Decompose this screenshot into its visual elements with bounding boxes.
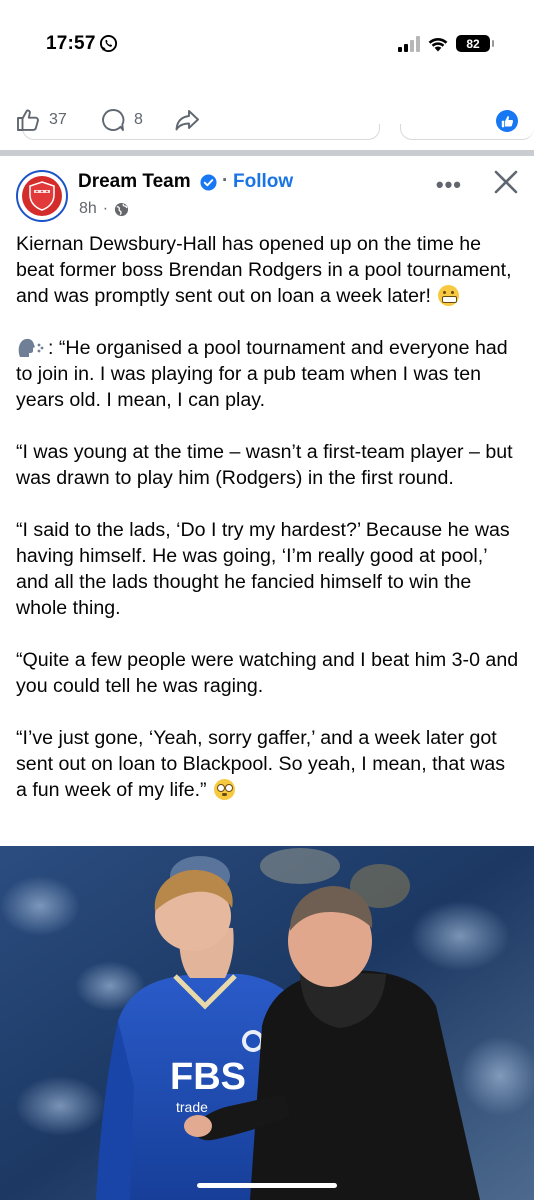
status-indicators: 82 <box>398 35 494 52</box>
meta-separator: · <box>102 200 109 217</box>
share-button[interactable] <box>174 107 200 133</box>
feed-separator <box>0 150 534 156</box>
more-icon[interactable]: ••• <box>436 172 462 198</box>
speaking-head-icon <box>18 338 44 357</box>
globe-icon <box>115 202 129 216</box>
post-paragraph: “Quite a few people were watching and I … <box>16 647 521 699</box>
previous-post-actions: 37 8 <box>0 104 534 138</box>
verified-icon <box>200 174 217 191</box>
photo-illustration: FBS trade <box>0 846 534 1200</box>
grimacing-face-icon <box>438 285 460 306</box>
home-indicator <box>197 1183 337 1188</box>
post-paragraph: : “He organised a pool tournament and ev… <box>16 335 521 413</box>
whatsapp-icon <box>99 34 118 53</box>
follow-button[interactable]: Follow <box>233 171 293 193</box>
like-icon <box>17 109 39 131</box>
speaker-suffix: : <box>48 337 54 359</box>
comment-button[interactable]: 8 <box>100 107 143 133</box>
post-paragraph-text: “I was young at the time – wasn’t a firs… <box>16 441 513 489</box>
wifi-icon <box>428 37 448 51</box>
battery-icon: 82 <box>456 35 494 52</box>
battery-level: 82 <box>466 36 480 51</box>
like-button[interactable]: 37 <box>15 107 67 133</box>
header-separator: · <box>222 170 229 191</box>
shirt-sponsor: FBS <box>170 1056 246 1098</box>
post-paragraph: “I said to the lads, ‘Do I try my hardes… <box>16 517 521 621</box>
shirt-sponsor-sub: trade <box>176 1099 208 1115</box>
shield-logo-glyph <box>29 181 55 211</box>
post-paragraph: Kiernan Dewsbury-Hall has opened up on t… <box>16 231 521 309</box>
flushed-face-icon <box>214 779 236 800</box>
post-paragraph-text: “Quite a few people were watching and I … <box>16 649 519 697</box>
post-body: Kiernan Dewsbury-Hall has opened up on t… <box>16 231 521 803</box>
post-paragraph-text: “He organised a pool tournament and ever… <box>16 337 508 411</box>
like-reaction-icon[interactable] <box>496 110 518 132</box>
like-count: 37 <box>49 111 67 128</box>
post-photo[interactable]: FBS trade <box>0 846 534 1200</box>
close-icon[interactable] <box>492 168 520 196</box>
comment-icon <box>102 109 125 131</box>
page-name[interactable]: Dream Team <box>78 171 191 193</box>
signal-icon <box>398 35 420 52</box>
share-icon <box>175 110 199 131</box>
post-paragraph: “I was young at the time – wasn’t a firs… <box>16 439 521 491</box>
post-paragraph-text: “I’ve just gone, ‘Yeah, sorry gaffer,’ a… <box>16 727 506 801</box>
post-time[interactable]: 8h <box>79 200 97 218</box>
post-paragraph: “I’ve just gone, ‘Yeah, sorry gaffer,’ a… <box>16 725 521 803</box>
like-reaction-glyph <box>501 115 513 127</box>
comment-count: 8 <box>134 111 143 128</box>
page-avatar[interactable] <box>16 170 68 222</box>
post-paragraph-text: Kiernan Dewsbury-Hall has opened up on t… <box>16 233 512 307</box>
shield-logo-icon <box>22 176 62 216</box>
post-paragraph-text: “I said to the lads, ‘Do I try my hardes… <box>16 519 510 619</box>
post-meta: 8h · <box>79 200 129 218</box>
post-header: Dream Team · Follow 8h · ••• <box>0 166 534 226</box>
